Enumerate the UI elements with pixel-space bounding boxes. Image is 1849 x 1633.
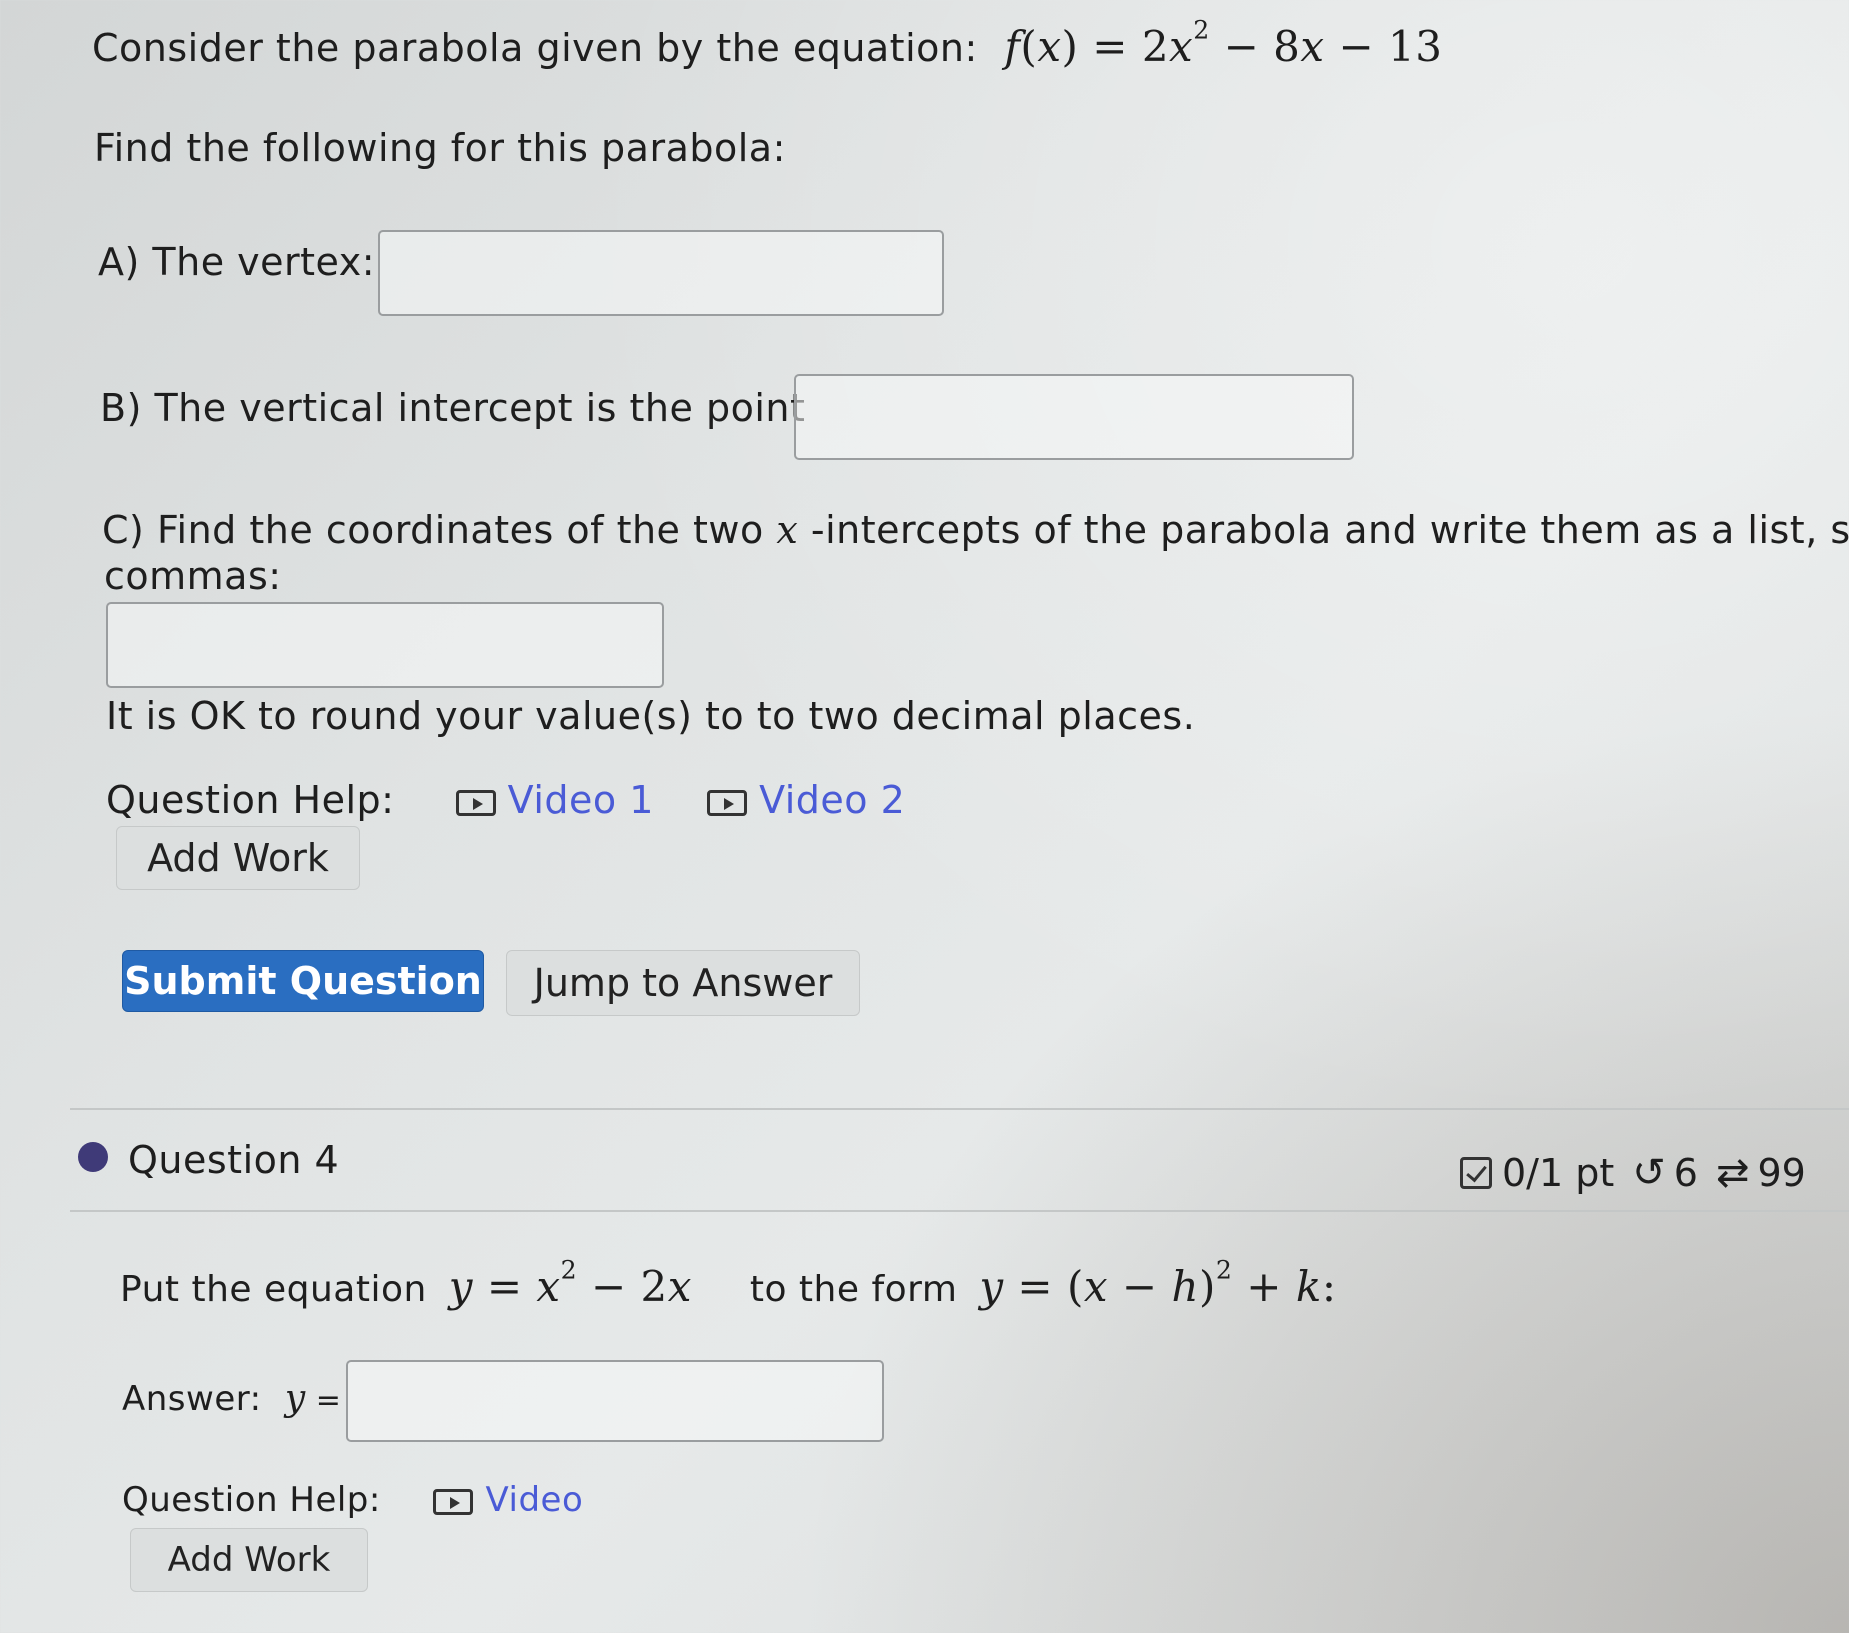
- video-1-link[interactable]: Video 1: [455, 778, 654, 822]
- q3-part-c-line1: C) Find the coordinates of the two x -in…: [102, 508, 1849, 552]
- q3-help-row: Question Help: Video 1 Video 2: [106, 778, 905, 822]
- q3-part-c-line2: commas:: [104, 554, 282, 598]
- vertex-input[interactable]: [378, 230, 944, 316]
- q4-tries-text: 6: [1673, 1151, 1698, 1195]
- retry-icon: ⇄: [1715, 1150, 1750, 1196]
- q3-add-work-button[interactable]: Add Work: [116, 826, 360, 890]
- q4-add-work-button[interactable]: Add Work: [130, 1528, 368, 1592]
- q4-equation: y = x2 − 2x: [448, 1255, 692, 1311]
- q3-part-c-rest: -intercepts of the parabola and write th…: [810, 508, 1849, 552]
- q4-answer-label: Answer:: [122, 1379, 262, 1419]
- submit-question-button[interactable]: Submit Question: [122, 950, 484, 1012]
- q4-prompt: Put the equation y = x2 − 2x to the form…: [120, 1255, 1337, 1311]
- q4-stats: 0/1 pt ↺ 6 ⇄ 99: [1460, 1150, 1806, 1196]
- q3-prompt: Consider the parabola given by the equat…: [92, 15, 1443, 71]
- q4-prompt-start: Put the equation: [120, 1269, 427, 1310]
- q3-prompt-text: Consider the parabola given by the equat…: [92, 26, 978, 70]
- q4-score-text: 0/1 pt: [1502, 1151, 1615, 1195]
- q4-target-form: y = (x − h)2 + k:: [979, 1255, 1337, 1311]
- checkbox-icon: [1460, 1157, 1492, 1189]
- q3-part-c-text: C) Find the coordinates of the two: [102, 508, 764, 552]
- q4-answer-label-row: Answer: y =: [122, 1378, 342, 1419]
- question-divider-top: [70, 1108, 1849, 1110]
- video-2-label: Video 2: [759, 778, 906, 822]
- q4-score: 0/1 pt: [1460, 1151, 1614, 1195]
- q4-title: Question 4: [128, 1138, 340, 1182]
- q4-help-row: Question Help: Video: [122, 1480, 583, 1520]
- q4-help-label: Question Help:: [122, 1480, 381, 1520]
- q4-video-link[interactable]: Video: [433, 1480, 583, 1520]
- vertical-intercept-input[interactable]: [794, 374, 1354, 460]
- q4-prompt-mid: to the form: [749, 1269, 958, 1310]
- undo-icon: ↺: [1632, 1150, 1666, 1196]
- q3-round-note: It is OK to round your value(s) to to tw…: [106, 694, 1196, 738]
- q3-find-text: Find the following for this parabola:: [94, 126, 786, 170]
- video-1-label: Video 1: [507, 778, 654, 822]
- video-play-icon: [455, 789, 496, 816]
- q3-part-a-label: A) The vertex:: [98, 240, 376, 284]
- question-status-dot: [78, 1142, 108, 1172]
- q4-attempts: ⇄ 99: [1716, 1150, 1806, 1196]
- q4-answer-y-var: y: [284, 1378, 306, 1419]
- video-2-link[interactable]: Video 2: [707, 778, 905, 822]
- q3-equation: f(x) = 2x2 − 8x − 13: [1004, 15, 1443, 71]
- q4-tries: ↺ 6: [1632, 1150, 1698, 1196]
- q3-help-label: Question Help:: [106, 778, 395, 822]
- video-play-icon: [707, 789, 748, 816]
- question-divider-bottom: [70, 1210, 1849, 1212]
- q3-part-c-x-var: x: [776, 508, 799, 552]
- q4-answer-input[interactable]: [346, 1360, 884, 1442]
- x-intercepts-input[interactable]: [106, 602, 664, 688]
- q3-part-b-label: B) The vertical intercept is the point: [100, 386, 806, 430]
- q4-attempts-text: 99: [1757, 1151, 1806, 1195]
- jump-to-answer-button[interactable]: Jump to Answer: [506, 950, 860, 1016]
- video-play-icon: [433, 1488, 474, 1515]
- q4-video-label: Video: [485, 1480, 584, 1520]
